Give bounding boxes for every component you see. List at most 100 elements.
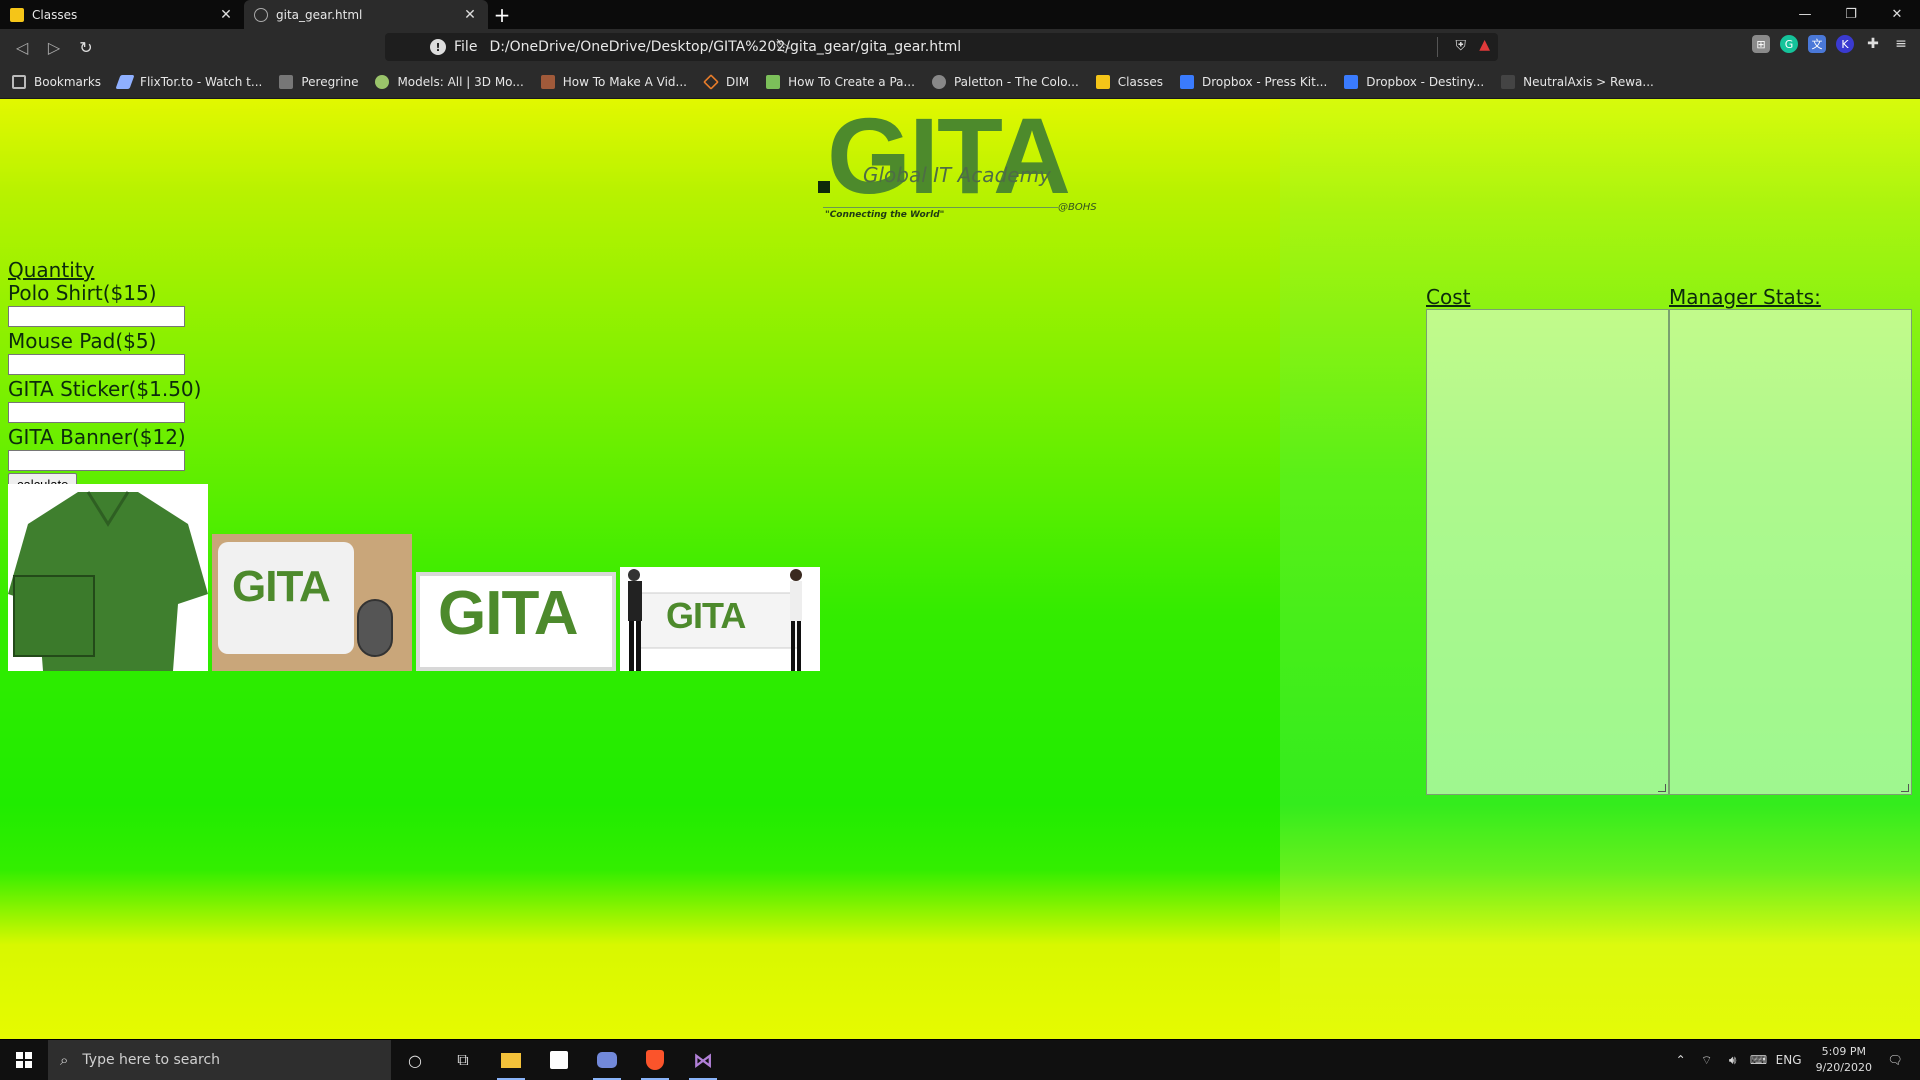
windows-logo-icon	[16, 1052, 32, 1068]
models-icon	[375, 74, 390, 89]
bookmark-item-pattern[interactable]: How To Create a Pa...	[766, 74, 915, 89]
window-controls: — ❐ ✕	[1782, 0, 1920, 29]
discord-icon[interactable]	[583, 1040, 631, 1080]
grammarly-icon[interactable]: G	[1780, 35, 1798, 53]
tab-gita-gear[interactable]: gita_gear.html ✕	[244, 0, 488, 29]
bookmark-item-dim[interactable]: DIM	[703, 73, 749, 90]
close-window-button[interactable]: ✕	[1874, 0, 1920, 29]
resize-grip[interactable]	[1901, 784, 1909, 792]
tab-title: gita_gear.html	[276, 7, 363, 22]
banner-logo: GITA	[666, 595, 746, 636]
extensions-area: ⊞ G 文 K ✚ ≡	[1752, 35, 1910, 53]
bookmark-item-peregrine[interactable]: Peregrine	[279, 74, 358, 89]
reload-button[interactable]: ↻	[70, 31, 102, 63]
windows-start-button[interactable]	[0, 1040, 48, 1080]
store-icon[interactable]	[535, 1040, 583, 1080]
gita-banner-quantity-input[interactable]	[8, 450, 185, 471]
file-explorer-icon[interactable]	[487, 1040, 535, 1080]
task-view-icon[interactable]: ⧉	[439, 1040, 487, 1080]
order-form: Quantity Polo Shirt($15) Mouse Pad($5) G…	[8, 259, 201, 495]
bookmark-item-flixtor[interactable]: FlixTor.to - Watch t...	[115, 74, 262, 89]
bookmarks-folder-icon	[12, 74, 26, 89]
brave-browser-icon[interactable]	[631, 1040, 679, 1080]
search-icon: ⌕	[60, 1051, 69, 1069]
bookmark-item-dropbox-press[interactable]: Dropbox - Press Kit...	[1180, 74, 1327, 89]
address-bar[interactable]: 🔖︎ ! File D:/OneDrive/OneDrive/Desktop/G…	[385, 33, 1498, 61]
mouse-pad-quantity-input[interactable]	[8, 354, 185, 375]
gita-sticker-image: GITA	[416, 572, 616, 671]
network-icon[interactable]: ⌔	[1696, 1053, 1718, 1068]
neutralaxis-icon	[1501, 74, 1516, 89]
gita-sticker-quantity-input[interactable]	[8, 402, 185, 423]
polo-shirt-illustration	[8, 491, 208, 671]
manager-stats-textarea[interactable]	[1669, 309, 1912, 795]
dropbox-icon	[1344, 74, 1359, 89]
logo-org: @BOHS	[1058, 202, 1097, 213]
bookmark-item-neutralaxis[interactable]: NeutralAxis > Rewa...	[1501, 74, 1654, 89]
bookmarks-bar: Bookmarks FlixTor.to - Watch t... Peregr…	[0, 65, 1920, 99]
clock-time: 5:09 PM	[1821, 1045, 1866, 1058]
resize-grip[interactable]	[1658, 784, 1666, 792]
search-placeholder: Type here to search	[82, 1052, 221, 1068]
forward-button[interactable]: ▷	[38, 31, 70, 63]
new-tab-button[interactable]: +	[488, 0, 516, 29]
tab-strip: Classes ✕ gita_gear.html ✕ + — ❐ ✕	[0, 0, 1920, 29]
chevron-up-icon[interactable]: ⌃	[1670, 1053, 1692, 1067]
close-tab-icon[interactable]: ✕	[462, 7, 478, 23]
protocol-label: File	[454, 39, 478, 55]
brave-shield-icon[interactable]: ⛨	[1456, 38, 1467, 54]
k-extension-icon[interactable]: K	[1836, 35, 1854, 53]
peregrine-icon	[279, 74, 294, 89]
language-indicator[interactable]: ENG	[1774, 1053, 1804, 1067]
dim-icon	[703, 73, 719, 90]
url-text[interactable]: D:/OneDrive/OneDrive/Desktop/GITA%202/gi…	[489, 39, 961, 55]
clock-date: 9/20/2020	[1815, 1061, 1872, 1074]
keyboard-icon[interactable]: ⌨	[1748, 1053, 1770, 1067]
bookmark-item-models[interactable]: Models: All | 3D Mo...	[375, 74, 524, 89]
bookmark-item-video[interactable]: How To Make A Vid...	[540, 74, 687, 89]
notification-icon[interactable]: 🗨︎	[1884, 1053, 1906, 1067]
mouse-pad-image: GITA	[212, 534, 412, 671]
volume-icon[interactable]: 🔊︎	[1722, 1053, 1744, 1068]
close-tab-icon[interactable]: ✕	[218, 7, 234, 23]
computer-mouse-icon	[357, 599, 393, 657]
logo-subtitle: Global IT Academy	[863, 163, 1051, 187]
cortana-icon[interactable]: ○	[391, 1040, 439, 1080]
manager-stats-label: Manager Stats:	[1669, 285, 1821, 309]
brave-rewards-icon[interactable]: ▲	[1479, 37, 1490, 53]
globe-icon	[254, 7, 268, 22]
tab-classes[interactable]: Classes ✕	[0, 0, 244, 29]
minimize-button[interactable]: —	[1782, 0, 1828, 29]
bookmark-item-classes[interactable]: Classes	[1095, 74, 1163, 89]
taskbar-search[interactable]: ⌕ Type here to search	[48, 1040, 391, 1080]
sticker-logo: GITA	[438, 579, 578, 648]
gita-sticker-label: GITA Sticker($1.50)	[8, 377, 202, 401]
taskbar: ⌕ Type here to search ○ ⧉ ⋈ ⌃ ⌔ 🔊︎ ⌨ ENG…	[0, 1040, 1920, 1080]
gita-logo: GITA Global IT Academy "Connecting the W…	[815, 99, 1105, 226]
visual-studio-icon[interactable]: ⋈	[679, 1040, 727, 1080]
bookmark-item-dropbox-destiny[interactable]: Dropbox - Destiny...	[1344, 74, 1484, 89]
menu-icon[interactable]: ≡	[1892, 35, 1910, 53]
gita-banner-label: GITA Banner($12)	[8, 425, 186, 449]
page-viewport: GITA Global IT Academy "Connecting the W…	[0, 99, 1920, 1039]
bookmark-icon[interactable]: 🔖︎	[775, 39, 793, 55]
logo-rule	[823, 207, 1058, 208]
bookmark-item-paletton[interactable]: Paletton - The Colo...	[931, 74, 1079, 89]
back-button[interactable]: ◁	[6, 31, 38, 63]
site-info-icon[interactable]: !	[430, 39, 446, 55]
mouse-pad-logo: GITA	[232, 562, 331, 611]
polo-shirt-quantity-input[interactable]	[8, 306, 185, 327]
video-icon	[540, 74, 555, 89]
extension-icon[interactable]: ⊞	[1752, 35, 1770, 53]
mouse-pad-label: Mouse Pad($5)	[8, 329, 157, 353]
translate-icon[interactable]: 文	[1808, 35, 1826, 53]
cost-label: Cost	[1426, 285, 1471, 309]
pattern-icon	[766, 74, 781, 89]
logo-tagline: "Connecting the World"	[825, 210, 945, 220]
clock[interactable]: 5:09 PM 9/20/2020	[1816, 1044, 1872, 1076]
classroom-icon	[1095, 74, 1110, 89]
bookmark-item-bookmarks[interactable]: Bookmarks	[12, 74, 101, 89]
puzzle-extensions-icon[interactable]: ✚	[1864, 35, 1882, 53]
restore-button[interactable]: ❐	[1828, 0, 1874, 29]
cost-textarea[interactable]	[1426, 309, 1669, 795]
